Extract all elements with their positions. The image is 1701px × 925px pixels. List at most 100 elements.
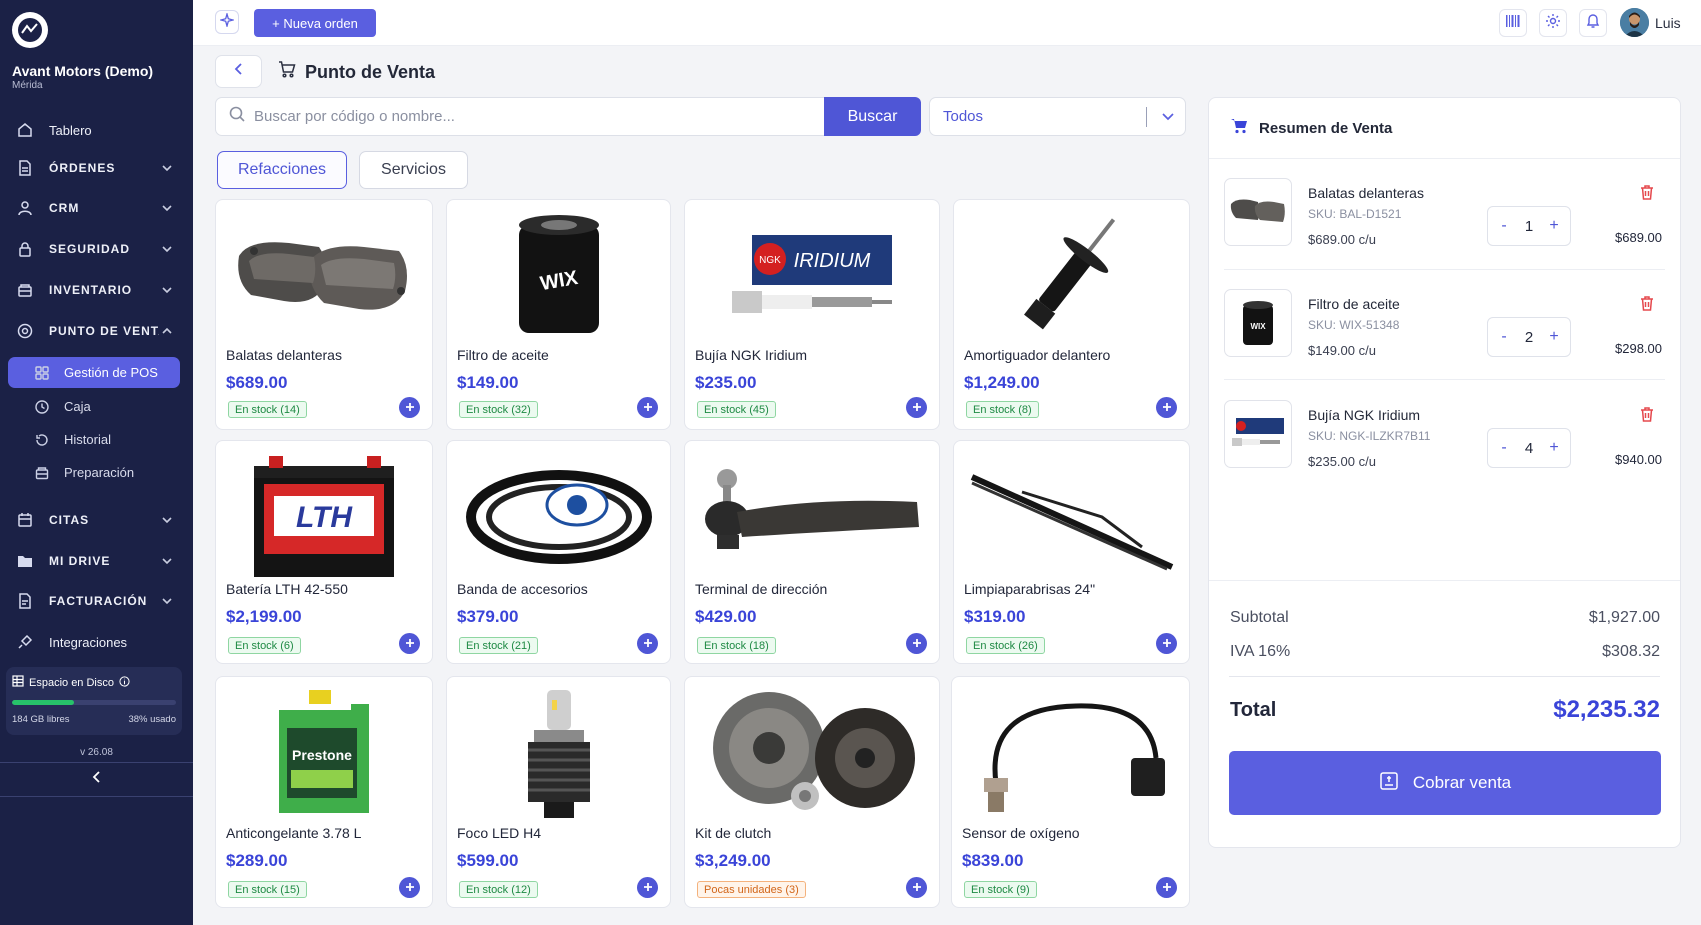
new-order-button[interactable]: + Nueva orden — [254, 9, 376, 37]
product-price: $1,249.00 — [964, 373, 1040, 392]
tax-label: IVA 16% — [1230, 643, 1291, 660]
product-card[interactable]: Balatas delanteras $689.00 En stock (14) — [215, 199, 433, 430]
add-to-cart-button[interactable] — [637, 633, 658, 654]
user-icon — [16, 199, 34, 217]
summary-title: Resumen de Venta — [1259, 119, 1393, 137]
company-city: Mérida — [12, 80, 43, 91]
history-icon — [34, 432, 50, 448]
wiper-blade-image — [960, 447, 1183, 587]
company-logo[interactable] — [12, 12, 48, 48]
stock-badge: En stock (8) — [966, 401, 1039, 418]
product-card[interactable]: WIX Filtro de aceite $149.00 En stock (3… — [446, 199, 671, 430]
increase-quantity-button[interactable]: + — [1544, 438, 1564, 458]
decrease-quantity-button[interactable]: - — [1494, 216, 1514, 236]
product-card[interactable]: LTH Batería LTH 42-550 $2,199.00 En stoc… — [215, 440, 433, 664]
sidebar-subitem-preparacion[interactable]: Preparación — [8, 457, 180, 488]
ai-assistant-button[interactable] — [215, 10, 239, 34]
sidebar-item-mi-drive[interactable]: MI DRIVE — [8, 544, 185, 578]
add-to-cart-button[interactable] — [906, 877, 927, 898]
product-name: Filtro de aceite — [457, 347, 549, 363]
cart-item: Balatas delanteras SKU: BAL-D1521 $689.0… — [1224, 178, 1664, 290]
decrease-quantity-button[interactable]: - — [1494, 327, 1514, 347]
product-name: Kit de clutch — [695, 825, 772, 841]
add-to-cart-button[interactable] — [1156, 397, 1177, 418]
add-to-cart-button[interactable] — [399, 397, 420, 418]
add-to-cart-button[interactable] — [906, 397, 927, 418]
add-to-cart-button[interactable] — [399, 877, 420, 898]
document-icon — [16, 159, 34, 177]
sidebar-item-integraciones[interactable]: Integraciones — [8, 625, 185, 659]
add-to-cart-button[interactable] — [1156, 877, 1177, 898]
tab-refacciones[interactable]: Refacciones — [217, 151, 347, 189]
product-card[interactable]: Prestone Anticongelante 3.78 L $289.00 E… — [215, 676, 433, 908]
product-card[interactable]: Banda de accesorios $379.00 En stock (21… — [446, 440, 671, 664]
sidebar-item-label: PUNTO DE VENTA — [49, 324, 159, 338]
spark-plug-thumbnail — [1224, 400, 1292, 468]
search-button[interactable]: Buscar — [824, 97, 921, 136]
sidebar-item-citas[interactable]: CITAS — [8, 503, 185, 537]
charge-sale-button[interactable]: Cobrar venta — [1229, 751, 1661, 815]
product-card[interactable]: NGK IRIDIUM Bujía NGK Iridium $235.00 En … — [684, 199, 940, 430]
product-name: Batería LTH 42-550 — [226, 581, 348, 597]
svg-text:IRIDIUM: IRIDIUM — [794, 250, 871, 272]
battery-image: LTH — [222, 447, 426, 587]
search-input[interactable] — [254, 108, 794, 125]
barcode-button[interactable] — [1499, 9, 1527, 37]
sidebar-subitem-gestion-pos[interactable]: Gestión de POS — [8, 357, 180, 388]
back-button[interactable] — [215, 55, 262, 88]
disk-progress-fill — [12, 700, 75, 705]
sidebar-item-ordenes[interactable]: ÓRDENES — [8, 151, 185, 185]
sidebar-item-tablero[interactable]: Tablero — [8, 113, 185, 147]
notifications-button[interactable] — [1579, 9, 1607, 37]
product-name: Foco LED H4 — [457, 825, 542, 841]
page-title-row: Punto de Venta — [278, 61, 435, 83]
trash-icon[interactable] — [1640, 295, 1654, 316]
sidebar-item-inventario[interactable]: INVENTARIO — [8, 273, 185, 307]
clutch-kit-image — [691, 683, 933, 823]
app-version: v 26.08 — [80, 747, 113, 758]
sidebar-subitem-caja[interactable]: Caja — [8, 391, 180, 422]
sidebar-item-punto-de-venta[interactable]: PUNTO DE VENTA — [8, 314, 185, 348]
user-name[interactable]: Luis — [1655, 15, 1681, 31]
add-to-cart-button[interactable] — [637, 397, 658, 418]
product-card[interactable]: Foco LED H4 $599.00 En stock (12) — [446, 676, 671, 908]
sidebar-item-crm[interactable]: CRM — [8, 191, 185, 225]
category-filter-select[interactable]: Todos — [929, 97, 1186, 136]
tab-servicios[interactable]: Servicios — [359, 151, 468, 189]
product-card[interactable]: Sensor de oxígeno $839.00 En stock (9) — [951, 676, 1190, 908]
collapse-sidebar-button[interactable] — [0, 762, 193, 797]
summary-header: Resumen de Venta — [1231, 118, 1392, 138]
sidebar-subitem-historial[interactable]: Historial — [8, 424, 180, 455]
product-card[interactable]: Terminal de dirección $429.00 En stock (… — [684, 440, 940, 664]
add-to-cart-button[interactable] — [1156, 633, 1177, 654]
product-name: Banda de accesorios — [457, 581, 588, 597]
avatar[interactable] — [1620, 8, 1649, 37]
item-quantity: 2 — [1524, 328, 1534, 346]
sidebar-item-facturacion[interactable]: FACTURACIÓN — [8, 584, 185, 618]
add-to-cart-button[interactable] — [399, 633, 420, 654]
plus-icon — [405, 636, 415, 651]
product-card[interactable]: Amortiguador delantero $1,249.00 En stoc… — [953, 199, 1190, 430]
settings-button[interactable] — [1539, 9, 1567, 37]
add-to-cart-button[interactable] — [637, 877, 658, 898]
product-name: Bujía NGK Iridium — [695, 347, 808, 363]
plus-icon — [912, 400, 922, 415]
chevron-down-icon — [161, 283, 173, 301]
trash-icon[interactable] — [1640, 184, 1654, 205]
increase-quantity-button[interactable]: + — [1544, 327, 1564, 347]
add-to-cart-button[interactable] — [906, 633, 927, 654]
sidebar-subitem-label: Gestión de POS — [64, 365, 158, 380]
product-card[interactable]: Kit de clutch $3,249.00 Pocas unidades (… — [684, 676, 940, 908]
trash-icon[interactable] — [1640, 406, 1654, 427]
decrease-quantity-button[interactable]: - — [1494, 438, 1514, 458]
calendar-icon — [16, 511, 34, 529]
info-icon[interactable] — [119, 675, 130, 690]
plus-icon — [643, 400, 653, 415]
product-card[interactable]: Limpiaparabrisas 24" $319.00 En stock (2… — [953, 440, 1190, 664]
increase-quantity-button[interactable]: + — [1544, 216, 1564, 236]
sidebar-item-seguridad[interactable]: SEGURIDAD — [8, 232, 185, 266]
database-icon — [12, 675, 24, 690]
stock-badge: En stock (15) — [228, 881, 307, 898]
gear-icon — [1545, 13, 1561, 34]
sidebar-item-label: MI DRIVE — [49, 554, 111, 568]
